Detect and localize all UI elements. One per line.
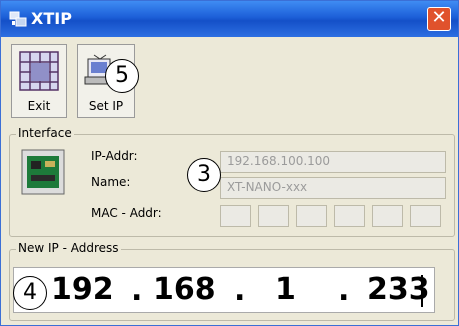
ip-octet-3[interactable]: 1	[275, 272, 296, 307]
name-field: XT-NANO-xxx	[220, 177, 446, 199]
mac-byte-field	[220, 205, 251, 227]
ip-separator-3: .	[338, 273, 350, 308]
ip-separator-2: .	[234, 273, 246, 308]
interface-group-title: Interface	[16, 126, 74, 140]
mac-byte-field	[410, 205, 441, 227]
ip-separator-1: .	[131, 273, 143, 308]
network-card-icon	[21, 149, 65, 195]
exit-button[interactable]: Exit	[11, 44, 67, 118]
set-ip-button-label: Set IP	[88, 99, 124, 113]
mac-byte-field	[296, 205, 327, 227]
callout-5: 5	[105, 59, 139, 93]
exit-button-label: Exit	[27, 99, 51, 113]
text-cursor	[421, 275, 423, 307]
callout-4: 4	[13, 276, 47, 310]
window-app-icon	[9, 11, 27, 27]
name-label: Name:	[91, 175, 131, 189]
ip-addr-field: 192.168.100.100	[220, 151, 446, 173]
close-button[interactable]: ✕	[427, 7, 451, 31]
window-title: XTIP	[31, 9, 72, 28]
ip-octet-1[interactable]: 192	[51, 272, 114, 307]
mac-addr-label: MAC - Addr:	[91, 206, 162, 220]
exit-grid-icon	[19, 51, 59, 91]
callout-3: 3	[187, 158, 221, 192]
xtip-window: XTIP ✕ Exit Set IP 5 Interface IP-Addr: …	[0, 0, 459, 326]
mac-byte-field	[372, 205, 403, 227]
close-icon: ✕	[431, 7, 447, 28]
title-bar[interactable]: XTIP ✕	[1, 1, 458, 37]
mac-byte-field	[258, 205, 289, 227]
new-ip-group-title: New IP - Address	[16, 241, 121, 255]
mac-byte-field	[334, 205, 365, 227]
ip-addr-label: IP-Addr:	[91, 149, 138, 163]
ip-octet-2[interactable]: 168	[153, 272, 216, 307]
